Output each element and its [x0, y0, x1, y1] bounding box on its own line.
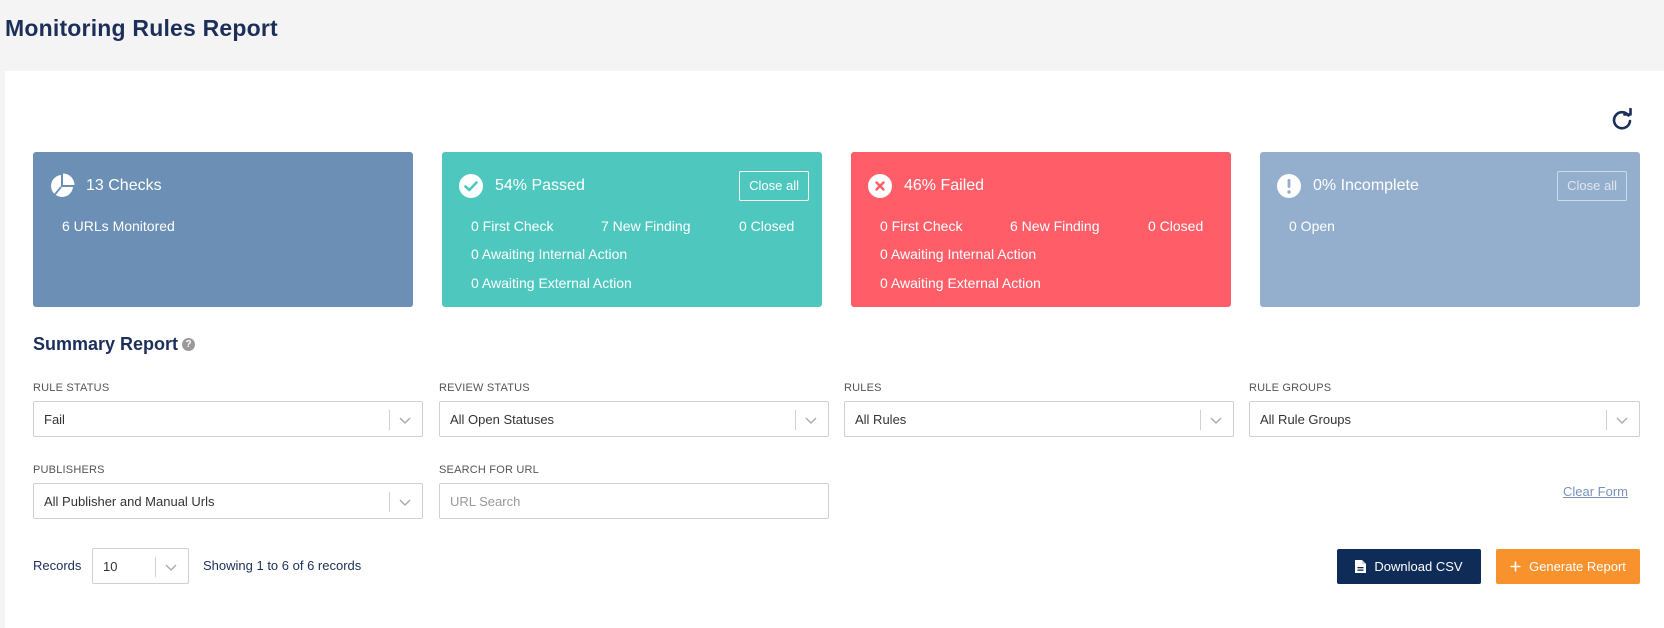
incomplete-close-all-button[interactable]: Close all: [1557, 171, 1627, 201]
rule-status-select[interactable]: Fail: [33, 401, 423, 437]
records-per-page-select[interactable]: 10: [92, 548, 189, 584]
passed-awaiting-internal: 0 Awaiting Internal Action: [471, 246, 628, 262]
failed-title: 46% Failed: [904, 177, 985, 194]
passed-new-finding: 7 New Finding: [601, 218, 691, 234]
incomplete-open: 0 Open: [1289, 218, 1335, 234]
checks-title: 13 Checks: [86, 177, 162, 194]
failed-first-check: 0 First Check: [880, 218, 963, 234]
plus-icon: [1510, 561, 1521, 572]
chevron-down-icon: [805, 417, 817, 424]
rule-groups-label: RULE GROUPS: [1249, 382, 1332, 394]
chevron-down-icon: [399, 417, 411, 424]
exclamation-circle-icon: [1276, 173, 1302, 199]
failed-card: 46% Failed 0 First Check 6 New Finding 0…: [851, 152, 1231, 307]
failed-new-finding: 6 New Finding: [1010, 218, 1100, 234]
pie-chart-icon: [49, 173, 75, 199]
summary-title-text: Summary Report: [33, 334, 179, 354]
passed-card: 54% Passed Close all 0 First Check 7 New…: [442, 152, 822, 307]
records-value: 10: [103, 559, 118, 574]
rule-status-label: RULE STATUS: [33, 382, 110, 394]
url-search-label: SEARCH FOR URL: [439, 464, 539, 476]
review-status-label: REVIEW STATUS: [439, 382, 530, 394]
chevron-down-icon: [165, 564, 177, 571]
file-icon: [1355, 560, 1367, 573]
rules-value: All Rules: [855, 412, 907, 427]
chevron-down-icon: [1616, 417, 1628, 424]
review-status-select[interactable]: All Open Statuses: [439, 401, 829, 437]
clear-form-link[interactable]: Clear Form: [1563, 484, 1628, 499]
url-search-input[interactable]: [439, 483, 829, 519]
passed-closed: 0 Closed: [739, 218, 795, 234]
check-circle-icon: [458, 173, 484, 199]
download-csv-button[interactable]: Download CSV: [1337, 549, 1481, 584]
urls-monitored: 6 URLs Monitored: [62, 218, 175, 234]
incomplete-title: 0% Incomplete: [1313, 177, 1419, 194]
generate-report-label: Generate Report: [1529, 559, 1626, 574]
summary-report-title: Summary Report ?: [33, 334, 196, 355]
rule-groups-select[interactable]: All Rule Groups: [1249, 401, 1640, 437]
publishers-label: PUBLISHERS: [33, 464, 105, 476]
passed-first-check: 0 First Check: [471, 218, 554, 234]
records-count-text: Showing 1 to 6 of 6 records: [203, 558, 362, 573]
publishers-select[interactable]: All Publisher and Manual Urls: [33, 483, 423, 519]
failed-awaiting-external: 0 Awaiting External Action: [880, 275, 1041, 291]
records-label: Records: [33, 558, 82, 573]
incomplete-card: 0% Incomplete Close all 0 Open: [1260, 152, 1640, 307]
help-icon[interactable]: ?: [182, 338, 196, 351]
checks-card: 13 Checks 6 URLs Monitored: [33, 152, 413, 307]
page-title: Monitoring Rules Report: [5, 15, 278, 41]
passed-close-all-button[interactable]: Close all: [739, 171, 809, 201]
x-circle-icon: [867, 173, 893, 199]
publishers-value: All Publisher and Manual Urls: [44, 494, 215, 509]
chevron-down-icon: [399, 499, 411, 506]
passed-awaiting-external: 0 Awaiting External Action: [471, 275, 632, 291]
rule-groups-value: All Rule Groups: [1260, 412, 1352, 427]
generate-report-button[interactable]: Generate Report: [1496, 549, 1640, 584]
passed-title: 54% Passed: [495, 177, 585, 194]
rules-select[interactable]: All Rules: [844, 401, 1234, 437]
rules-label: RULES: [844, 382, 882, 394]
rule-status-value: Fail: [44, 412, 65, 427]
failed-awaiting-internal: 0 Awaiting Internal Action: [880, 246, 1037, 262]
download-csv-label: Download CSV: [1374, 559, 1463, 574]
failed-closed: 0 Closed: [1148, 218, 1204, 234]
chevron-down-icon: [1210, 417, 1222, 424]
refresh-icon[interactable]: [1610, 107, 1634, 132]
review-status-value: All Open Statuses: [450, 412, 555, 427]
